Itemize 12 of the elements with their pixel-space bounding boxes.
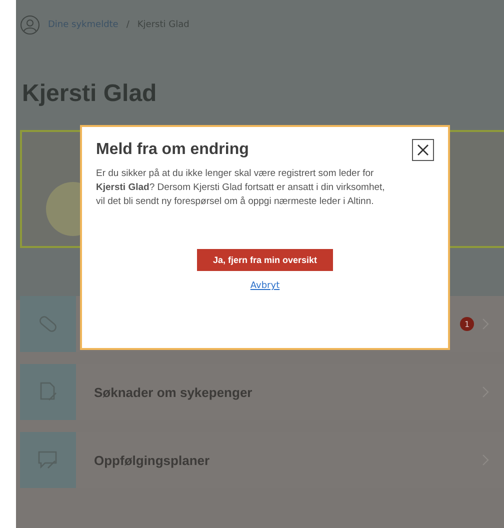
row-label: Søknader om sykepenger bbox=[93, 384, 254, 400]
count-badge: 1 bbox=[460, 317, 474, 331]
row-label: Oppfølgingsplaner bbox=[93, 452, 211, 468]
close-button[interactable] bbox=[412, 139, 434, 161]
close-icon bbox=[417, 144, 429, 156]
dialog-message: Er du sikker på at du ikke lenger skal være registrert som leder for Kjersti Glad? Dersom Kjersti Glad fortsatt er ansatt i din virksomhet, vil det bli sendt ny forespørsel om å oppgi nærmeste leder i Altinn. bbox=[96, 167, 386, 209]
cancel-link[interactable]: Avbryt bbox=[250, 281, 280, 291]
dialog-title: Meld fra om endring bbox=[96, 141, 249, 159]
page-title: Kjersti Glad bbox=[22, 80, 158, 108]
confirm-button[interactable]: Ja, fjern fra min oversikt bbox=[196, 249, 334, 271]
user-icon bbox=[20, 15, 40, 35]
breadcrumb-separator: / bbox=[126, 20, 130, 30]
